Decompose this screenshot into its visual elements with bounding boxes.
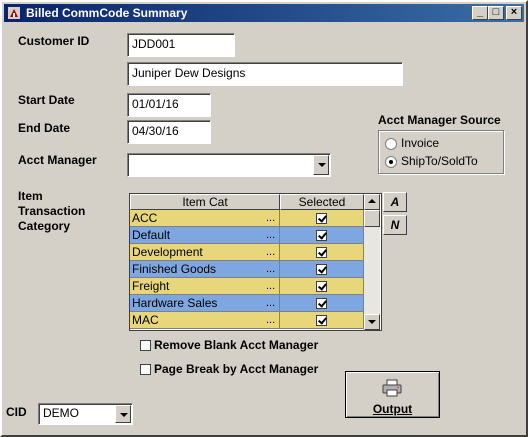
item-cat-cell[interactable]: Default...	[130, 227, 280, 244]
start-date-label: Start Date	[18, 93, 75, 107]
item-cat-name: Hardware Sales	[132, 296, 218, 310]
selected-checkbox[interactable]	[316, 315, 327, 326]
customer-name-field: Juniper Dew Designs	[127, 62, 403, 86]
maximize-button[interactable]: □	[488, 6, 504, 20]
item-cat-cell[interactable]: MAC...	[130, 312, 280, 329]
item-cat-cell[interactable]: Finished Goods...	[130, 261, 280, 278]
selected-cell	[280, 227, 364, 244]
table-row[interactable]: ACC...	[130, 210, 364, 227]
lookup-ellipsis-button[interactable]: ...	[266, 245, 275, 260]
page-break-checkbox[interactable]	[140, 364, 151, 375]
lookup-ellipsis-button[interactable]: ...	[266, 228, 275, 243]
item-cat-cell[interactable]: Freight...	[130, 278, 280, 295]
scroll-up-arrow-icon[interactable]	[364, 194, 380, 210]
selected-checkbox[interactable]	[316, 213, 327, 224]
selected-cell	[280, 261, 364, 278]
chevron-down-icon[interactable]	[115, 405, 131, 423]
table-row[interactable]: Finished Goods...	[130, 261, 364, 278]
chevron-down-icon[interactable]	[313, 155, 329, 175]
item-category-label-line1: Item	[18, 189, 43, 203]
select-none-button[interactable]: N	[383, 215, 407, 235]
column-header-selected[interactable]: Selected	[280, 194, 364, 210]
output-button[interactable]: Output	[345, 371, 440, 418]
item-category-label-line2: Transaction	[18, 204, 86, 218]
item-cat-cell[interactable]: ACC...	[130, 210, 280, 227]
item-category-label-line3: Category	[18, 219, 71, 233]
item-cat-cell[interactable]: Hardware Sales...	[130, 295, 280, 312]
lookup-ellipsis-button[interactable]: ...	[266, 279, 275, 294]
scroll-thumb[interactable]	[364, 210, 380, 227]
start-date-field[interactable]: 01/01/16	[127, 93, 211, 117]
shipto-soldto-radio[interactable]	[385, 156, 397, 168]
shipto-soldto-radio-label: ShipTo/SoldTo	[401, 154, 478, 168]
item-category-grid: Item Cat Selected ACC... Default... Develo…	[129, 193, 382, 331]
selected-cell	[280, 210, 364, 227]
acct-manager-label: Acct Manager	[18, 153, 97, 167]
lookup-ellipsis-button[interactable]: ...	[266, 262, 275, 277]
item-cat-name: Development	[132, 245, 203, 259]
output-button-label: Output	[372, 402, 413, 416]
selected-cell	[280, 312, 364, 329]
table-row[interactable]: MAC...	[130, 312, 364, 329]
scroll-down-arrow-icon[interactable]	[364, 314, 380, 330]
cid-value: DEMO	[43, 406, 79, 420]
printer-icon	[382, 379, 402, 397]
window-title: Billed CommCode Summary	[26, 6, 188, 20]
remove-blank-label: Remove Blank Acct Manager	[154, 338, 319, 352]
selected-cell	[280, 295, 364, 312]
selected-cell	[280, 278, 364, 295]
title-bar[interactable]: Billed CommCode Summary _ □ ×	[4, 4, 524, 22]
selected-checkbox[interactable]	[316, 247, 327, 258]
item-cat-name: MAC	[132, 313, 159, 327]
invoice-radio[interactable]	[385, 138, 397, 150]
select-all-button[interactable]: A	[383, 192, 407, 212]
table-row[interactable]: Hardware Sales...	[130, 295, 364, 312]
selected-checkbox[interactable]	[316, 298, 327, 309]
column-header-item-cat[interactable]: Item Cat	[130, 194, 280, 210]
lookup-ellipsis-button[interactable]: ...	[266, 296, 275, 311]
report-window: Billed CommCode Summary _ □ × Customer I…	[0, 0, 528, 437]
close-button[interactable]: ×	[506, 6, 522, 20]
selected-checkbox[interactable]	[316, 264, 327, 275]
table-row[interactable]: Freight...	[130, 278, 364, 295]
page-break-label: Page Break by Acct Manager	[154, 362, 319, 376]
acct-manager-dropdown[interactable]	[127, 153, 331, 177]
cid-dropdown[interactable]: DEMO	[38, 403, 133, 425]
grid-header: Item Cat Selected	[130, 194, 364, 210]
end-date-field[interactable]: 04/30/16	[127, 120, 211, 144]
acct-manager-source-group: Invoice ShipTo/SoldTo	[378, 130, 504, 174]
app-icon	[8, 7, 20, 19]
item-cat-name: ACC	[132, 211, 158, 225]
item-cat-cell[interactable]: Development...	[130, 244, 280, 261]
item-cat-name: Default	[132, 228, 171, 242]
cid-label: CID	[6, 405, 27, 419]
table-row[interactable]: Default...	[130, 227, 364, 244]
minimize-button[interactable]: _	[472, 6, 488, 20]
remove-blank-checkbox[interactable]	[140, 340, 151, 351]
customer-id-field[interactable]: JDD001	[127, 33, 235, 57]
grid-scrollbar[interactable]	[364, 194, 380, 330]
lookup-ellipsis-button[interactable]: ...	[266, 313, 275, 328]
table-row[interactable]: Development...	[130, 244, 364, 261]
selected-checkbox[interactable]	[316, 281, 327, 292]
lookup-ellipsis-button[interactable]: ...	[266, 211, 275, 226]
selected-cell	[280, 244, 364, 261]
selected-checkbox[interactable]	[316, 230, 327, 241]
invoice-radio-label: Invoice	[401, 136, 440, 150]
item-cat-name: Finished Goods	[132, 262, 217, 276]
acct-manager-source-label: Acct Manager Source	[378, 113, 501, 127]
end-date-label: End Date	[18, 121, 71, 135]
item-cat-name: Freight	[132, 279, 170, 293]
customer-id-label: Customer ID	[18, 34, 90, 48]
